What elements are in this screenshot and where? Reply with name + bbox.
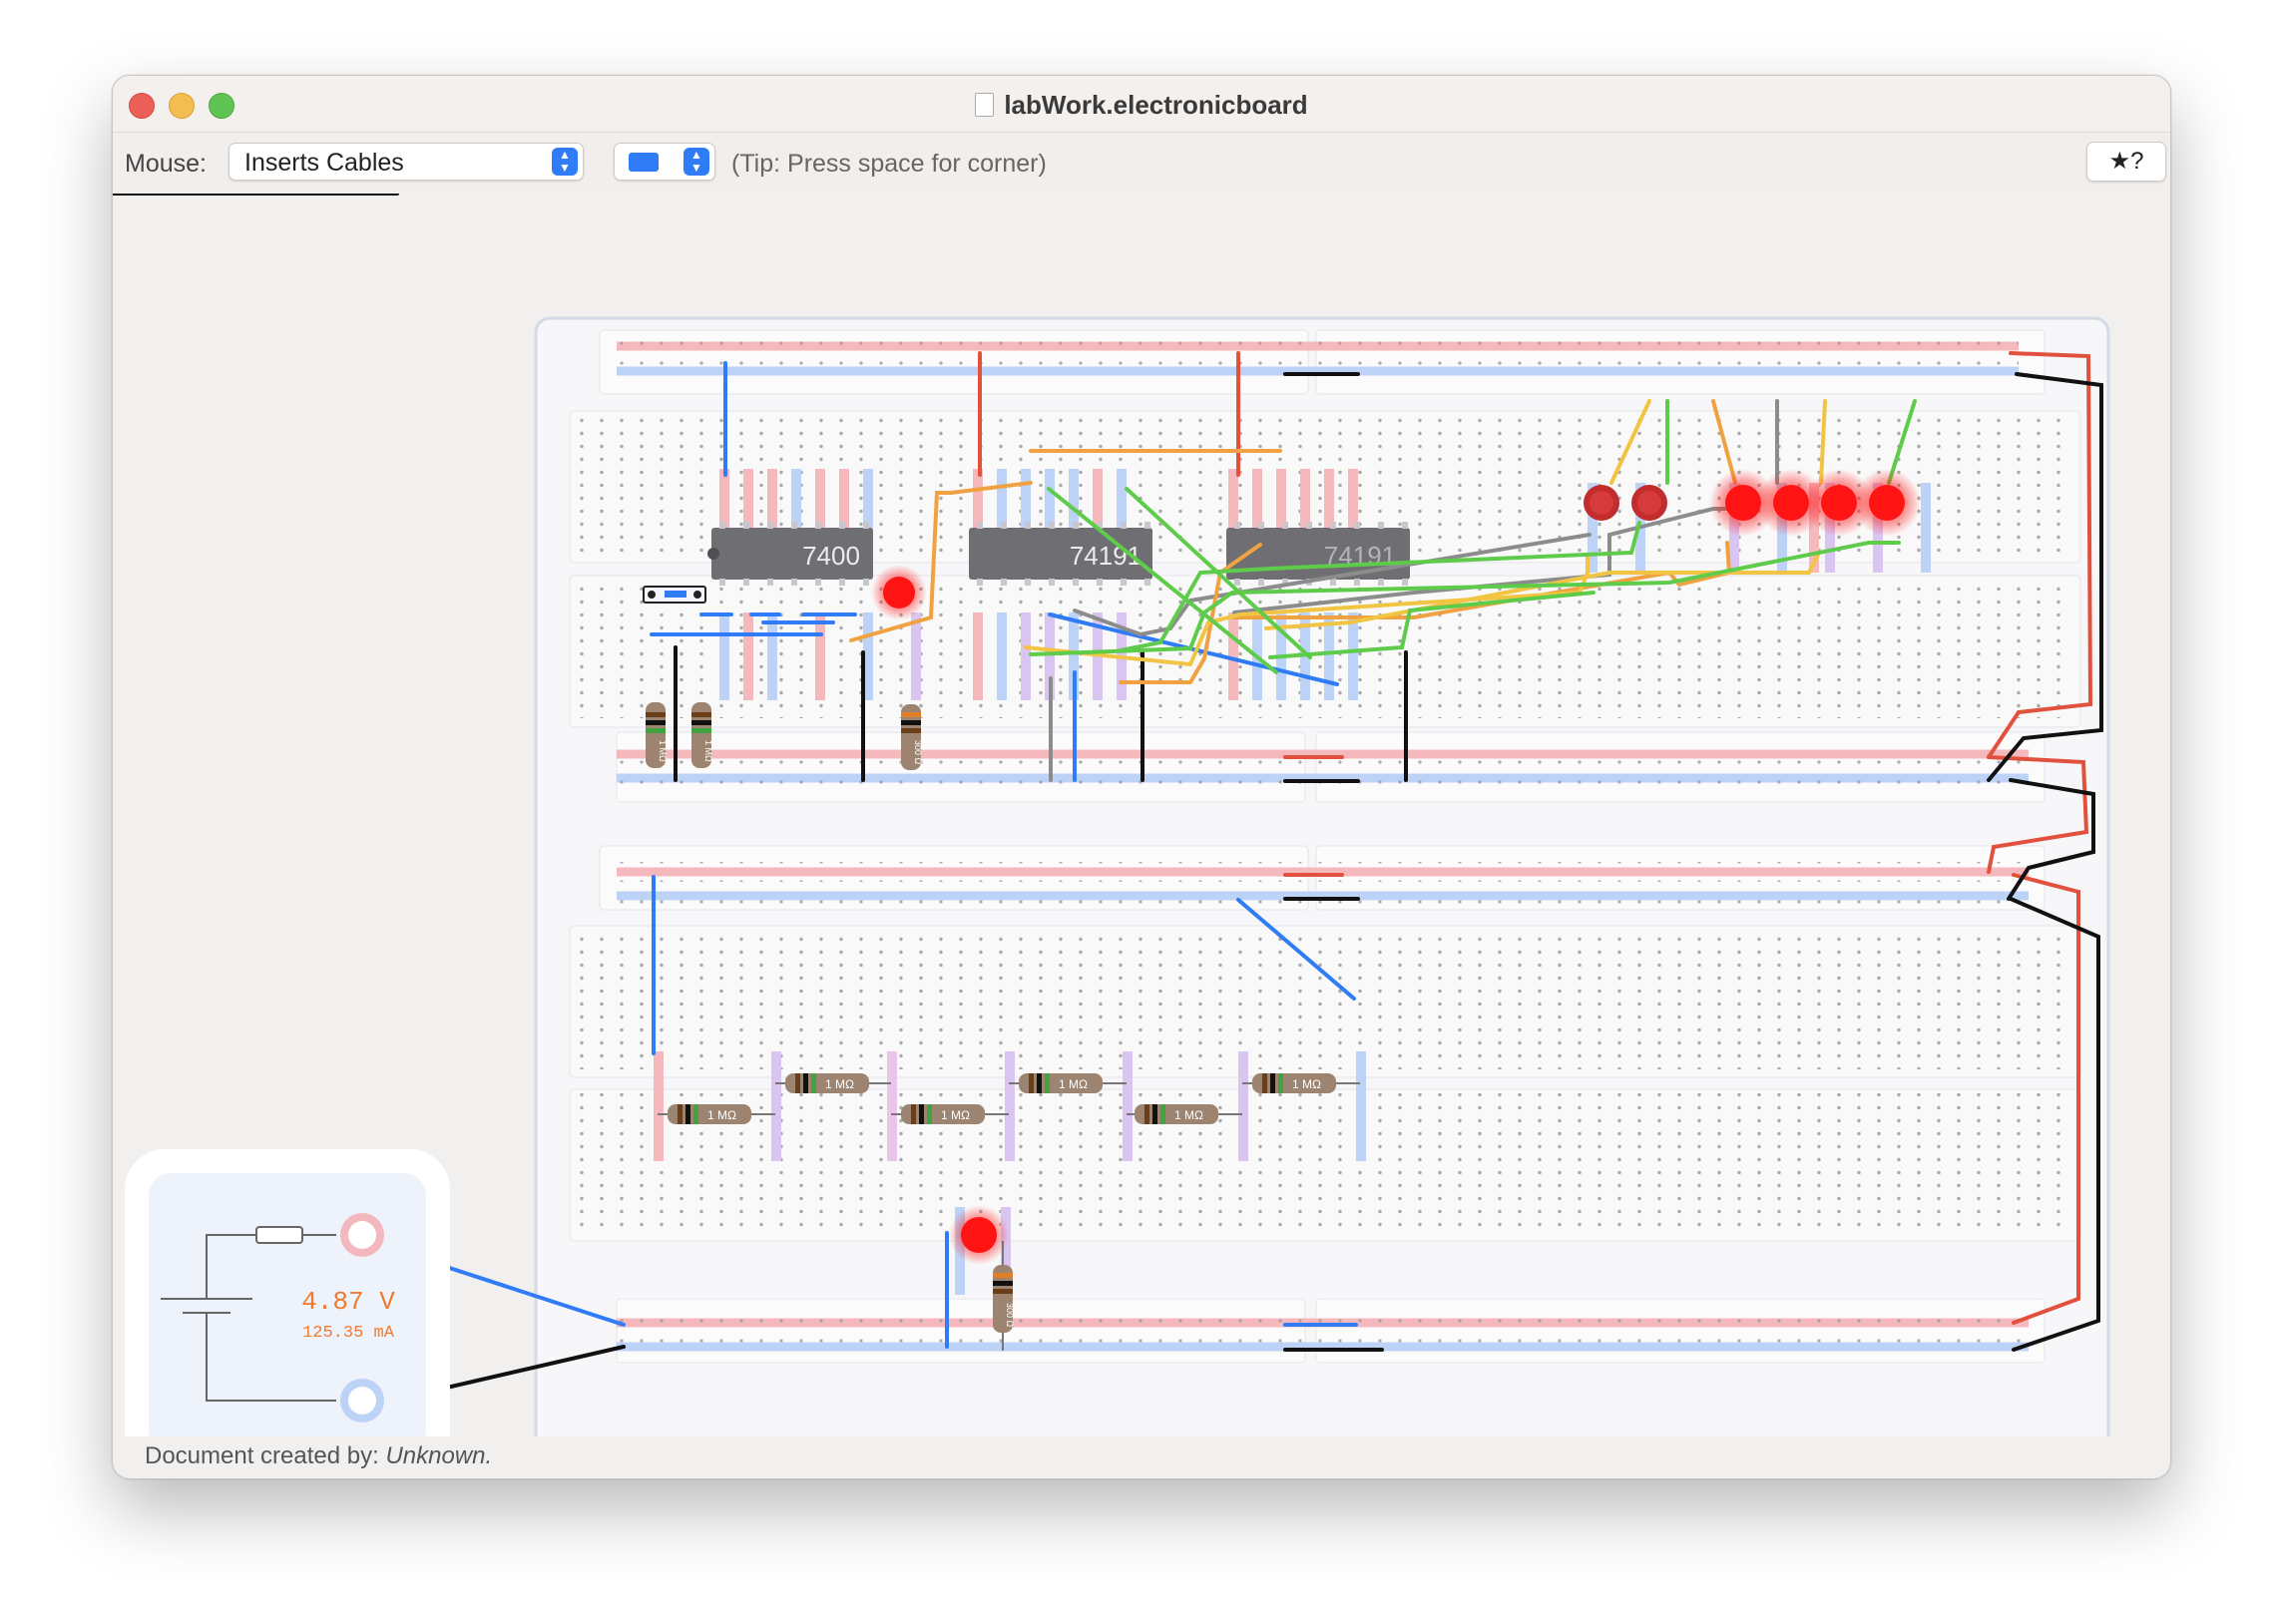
resistor-1m-label: 1 MΩ xyxy=(1174,1108,1203,1122)
resistor-1m-label: 1 MΩ xyxy=(1059,1077,1088,1091)
chip-7400-label: 7400 xyxy=(802,541,860,571)
supply-current: 125.35 mA xyxy=(302,1324,395,1343)
window-title: labWork.electronicboard xyxy=(113,90,2170,121)
document-icon xyxy=(975,93,995,117)
power-supply[interactable]: 4.87 V 125.35 mA xyxy=(125,1149,450,1476)
app-window: labWork.electronicboard Mouse: Inserts C… xyxy=(112,75,2171,1479)
title-bar: labWork.electronicboard xyxy=(113,76,2170,133)
led-gate[interactable] xyxy=(871,565,927,620)
footer-prefix: Document created by: xyxy=(145,1442,386,1469)
cable-color-popup[interactable]: ▲ ▼ xyxy=(614,143,715,181)
resistor-1m-label: 1 MΩ xyxy=(941,1108,970,1122)
help-button[interactable]: ★? xyxy=(2086,142,2166,182)
resistor-300-label: 300 Ω xyxy=(913,740,923,765)
board-canvas[interactable]: 7400 74191 74191 1 MΩ 1 MΩ 300 Ω 1 MΩ 1 … xyxy=(113,192,2170,1478)
cable-color-swatch xyxy=(629,153,659,172)
breadboard-svg[interactable]: 7400 74191 74191 1 MΩ 1 MΩ 300 Ω 1 MΩ 1 … xyxy=(113,192,2170,1478)
toolbar: Mouse: Inserts Cables ▲ ▼ ▲ ▼ (Tip: Press … xyxy=(113,133,2170,193)
mouse-mode-value: Inserts Cables xyxy=(244,149,404,177)
supply-voltage: 4.87 V xyxy=(301,1287,395,1317)
power-rail-bottom xyxy=(616,1298,2046,1364)
resistor-300-label: 300 Ω xyxy=(1005,1303,1015,1328)
mouse-label: Mouse: xyxy=(125,150,207,178)
chip-7400[interactable]: 7400 xyxy=(707,522,873,586)
power-rail-top xyxy=(599,329,2046,395)
footer-author: Unknown. xyxy=(385,1442,493,1469)
resistor-1m-label: 1 MΩ xyxy=(658,740,668,762)
popup-stepper-icon: ▲ ▼ xyxy=(552,148,578,176)
resistor-1m-label: 1 MΩ xyxy=(703,740,713,762)
chip-74191-a[interactable]: 74191 xyxy=(969,522,1152,586)
resistor-1m-label: 1 MΩ xyxy=(707,1108,736,1122)
footer-status: Document created by: Unknown. xyxy=(145,1442,492,1470)
chip-74191-b[interactable]: 74191 xyxy=(1226,522,1410,586)
slide-switch[interactable] xyxy=(643,586,706,604)
resistor-1m-label: 1 MΩ xyxy=(1292,1077,1321,1091)
mouse-mode-popup[interactable]: Inserts Cables ▲ ▼ xyxy=(228,143,584,181)
led-chain[interactable] xyxy=(949,1205,1009,1265)
window-title-text: labWork.electronicboard xyxy=(1004,90,1308,120)
tip-text: (Tip: Press space for corner) xyxy=(731,150,1047,178)
popup-stepper-icon: ▲ ▼ xyxy=(684,148,709,176)
resistor-1m-label: 1 MΩ xyxy=(825,1077,854,1091)
